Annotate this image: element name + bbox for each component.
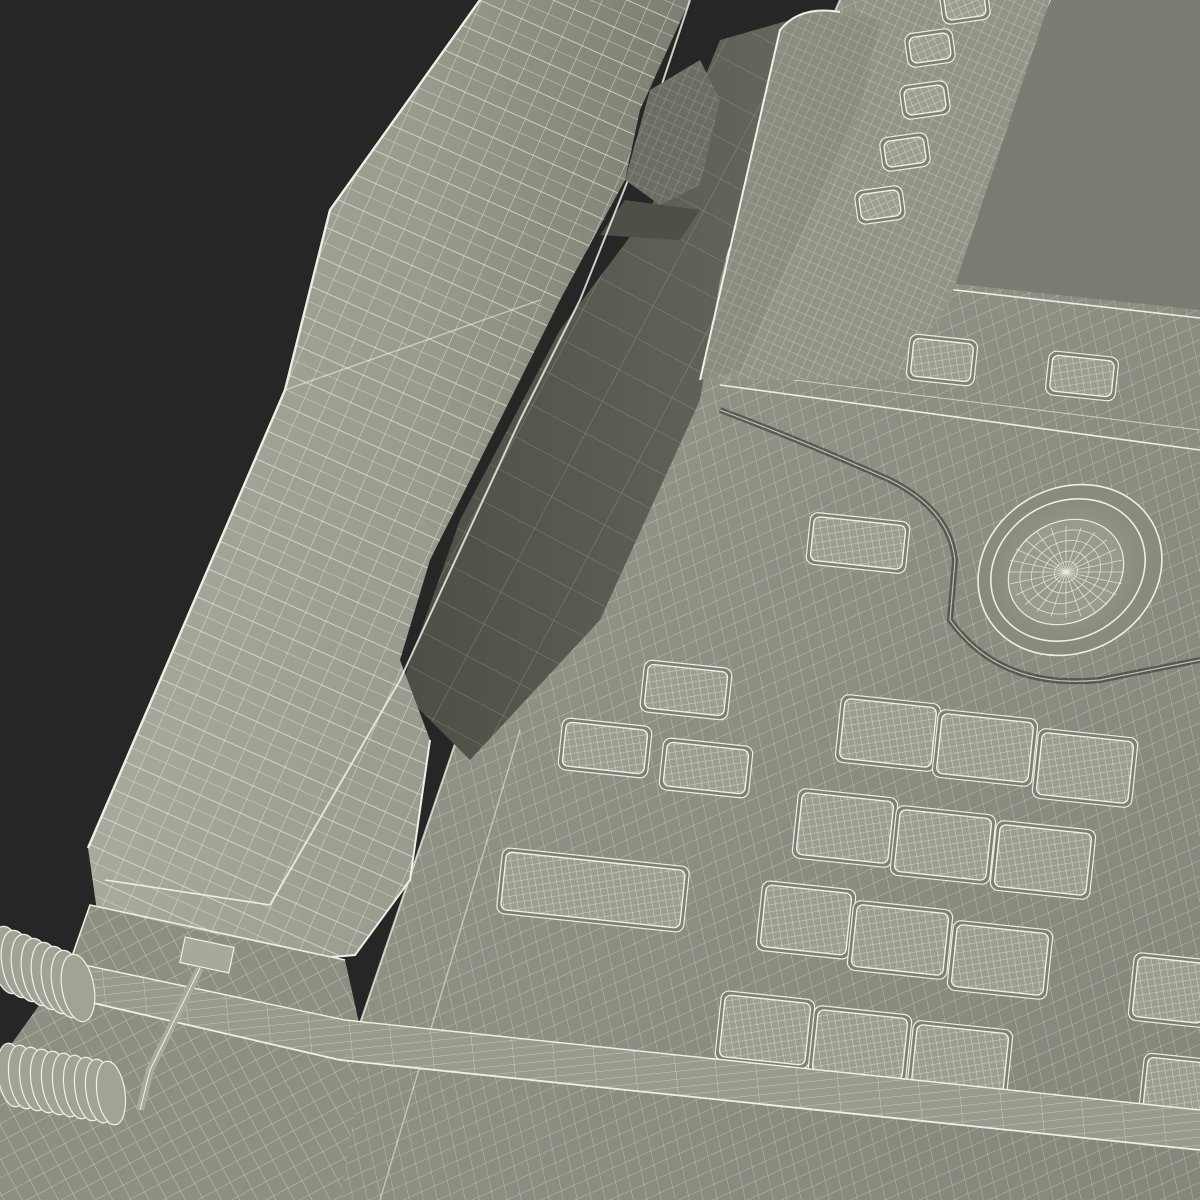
- keypad-button: [889, 805, 997, 885]
- softkey: [905, 333, 979, 387]
- keypad-button: [834, 694, 942, 772]
- line-key: [899, 80, 951, 120]
- keypad-button: [557, 717, 653, 779]
- keypad-button: [755, 880, 857, 960]
- line-key: [904, 28, 956, 68]
- line-key: [854, 185, 906, 225]
- keypad-button: [1127, 952, 1200, 1028]
- keypad-button: [846, 900, 954, 980]
- keypad-button: [989, 820, 1097, 900]
- keypad-button: [658, 737, 754, 799]
- keypad-button: [805, 512, 911, 574]
- keypad-button: [791, 788, 899, 868]
- keypad-button: [931, 709, 1039, 787]
- phone-wireframe-render: [0, 0, 1200, 1200]
- line-key: [879, 132, 931, 172]
- keypad-button: [639, 659, 733, 721]
- keypad-button: [714, 990, 816, 1070]
- keypad-button: [946, 920, 1054, 1000]
- softkey: [1045, 350, 1119, 402]
- keypad-button: [1031, 728, 1139, 808]
